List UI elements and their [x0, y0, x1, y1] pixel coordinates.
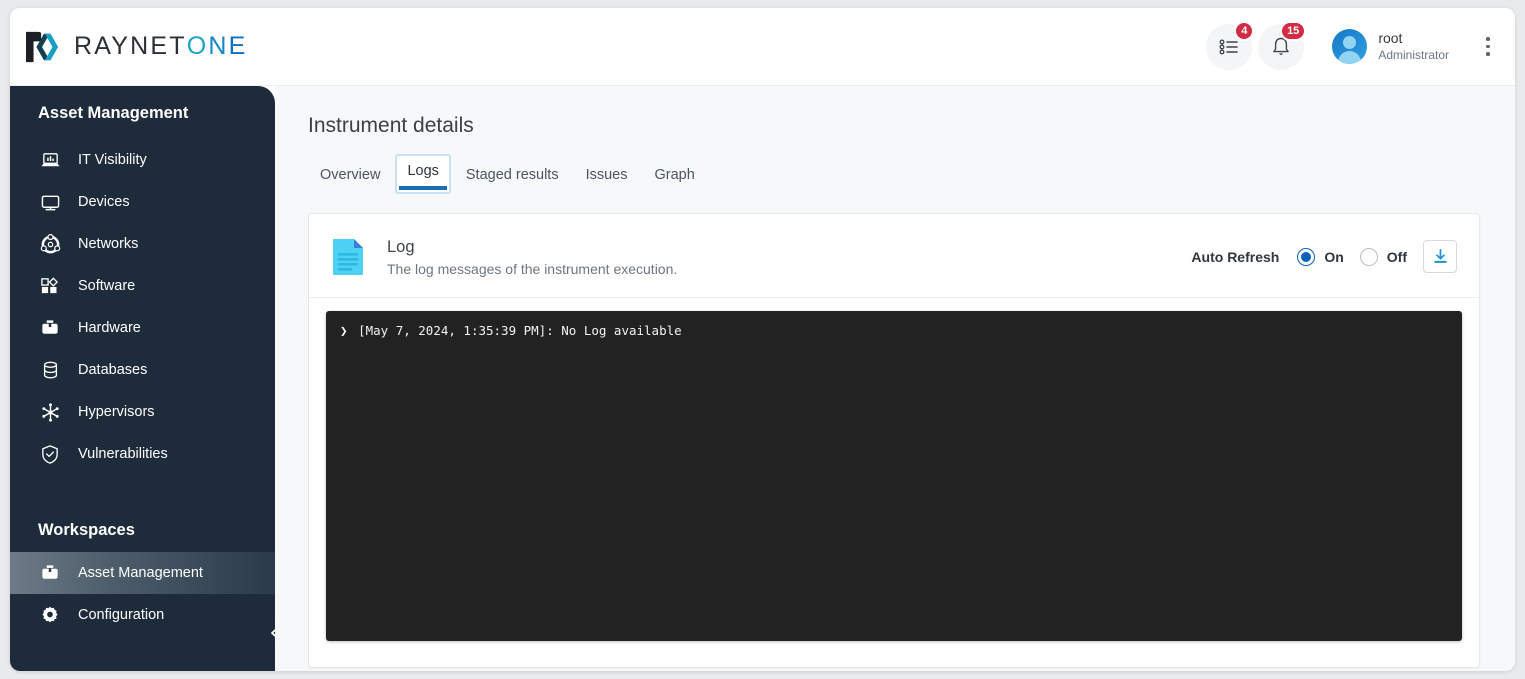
radio-off-indicator [1359, 247, 1378, 266]
main-content: Instrument details Overview Logs Staged … [275, 86, 1515, 671]
sidebar-item-label: Databases [78, 362, 148, 378]
log-card-title: Log [387, 238, 415, 256]
auto-refresh-on-label: On [1324, 248, 1344, 265]
terminal-line: ❯ [May 7, 2024, 1:35:39 PM]: No Log avai… [340, 323, 1448, 338]
app-window: RAYNET O N E 4 15 root Administrator Ass… [10, 8, 1515, 671]
brand-name-e: E [228, 32, 248, 60]
sidebar-item-vulnerabilities[interactable]: Vulnerabilities [10, 433, 275, 475]
tab-bar: Overview Logs Staged results Issues Grap… [308, 154, 1480, 194]
user-role: Administrator [1378, 47, 1449, 62]
tasks-button[interactable]: 4 [1206, 20, 1255, 70]
log-card-subtitle: The log messages of the instrument execu… [387, 261, 678, 278]
toolbox-icon [38, 317, 62, 339]
sidebar-item-hypervisors[interactable]: Hypervisors [10, 391, 275, 433]
log-card: Log The log messages of the instrument e… [308, 213, 1480, 668]
brand-name-o: O [186, 32, 209, 60]
download-icon [1433, 249, 1447, 263]
top-bar-actions: 4 15 root Administrator [1206, 20, 1499, 70]
monitor-icon [38, 191, 62, 213]
radio-on-indicator [1297, 247, 1316, 266]
terminal-line-text: [May 7, 2024, 1:35:39 PM]: No Log availa… [358, 323, 682, 339]
sidebar-item-devices[interactable]: Devices [10, 181, 275, 223]
sidebar-item-networks[interactable]: Networks [10, 223, 275, 265]
auto-refresh-on-option[interactable]: On [1297, 247, 1344, 266]
sidebar-item-label: Devices [78, 194, 130, 210]
sidebar-workspace-label: Asset Management [78, 565, 203, 581]
sidebar-workspace-label: Configuration [78, 607, 165, 623]
sidebar-workspaces-title: Workspaces [38, 521, 135, 539]
sidebar-item-label: Networks [78, 236, 139, 252]
tab-graph[interactable]: Graph [643, 158, 707, 194]
sidebar-item-software[interactable]: Software [10, 265, 275, 307]
sidebar-item-label: Hardware [78, 320, 141, 336]
user-name: root [1378, 30, 1403, 47]
log-terminal[interactable]: ❯ [May 7, 2024, 1:35:39 PM]: No Log avai… [326, 311, 1462, 642]
top-bar: RAYNET O N E 4 15 root Administrator [10, 8, 1515, 86]
log-document-icon [333, 238, 363, 275]
brand-logo[interactable]: RAYNET O N E [24, 30, 248, 64]
terminal-prompt: ❯ [340, 323, 348, 339]
kebab-menu-icon[interactable] [1477, 32, 1499, 62]
auto-refresh-label: Auto Refresh [1191, 248, 1280, 265]
download-log-button[interactable] [1423, 240, 1457, 274]
tab-logs[interactable]: Logs [395, 154, 451, 194]
briefcase-icon [38, 562, 62, 584]
network-nodes-icon [38, 233, 62, 255]
gear-icon [38, 604, 62, 626]
sidebar-item-label: Vulnerabilities [78, 446, 168, 462]
hypervisor-star-icon [38, 401, 62, 423]
shield-check-icon [38, 443, 62, 465]
tab-overview[interactable]: Overview [308, 158, 392, 194]
database-icon [38, 359, 62, 381]
sidebar-item-it-visibility[interactable]: IT Visibility [10, 139, 275, 181]
software-blocks-icon [38, 275, 62, 297]
notifications-button[interactable]: 15 [1258, 20, 1307, 70]
user-avatar-icon [1332, 29, 1368, 64]
sidebar-item-label: Hypervisors [78, 404, 155, 420]
sidebar-section-title: Asset Management [38, 104, 189, 122]
sidebar-item-label: Software [78, 278, 136, 294]
notifications-badge: 15 [1280, 20, 1307, 41]
sidebar-item-label: IT Visibility [78, 152, 147, 168]
laptop-chart-icon [38, 149, 62, 171]
raynet-logo-icon [26, 31, 59, 62]
auto-refresh-off-label: Off [1386, 248, 1407, 265]
auto-refresh-off-option[interactable]: Off [1359, 247, 1407, 266]
sidebar: Asset Management IT Visibility Devices N… [10, 86, 289, 671]
user-menu[interactable]: root Administrator [1332, 29, 1449, 64]
auto-refresh-control: Auto Refresh On Off [1191, 240, 1457, 274]
brand-name-n: N [208, 32, 229, 60]
tab-issues[interactable]: Issues [574, 158, 640, 194]
sidebar-workspace-asset-management[interactable]: Asset Management [10, 552, 275, 594]
page-title: Instrument details [308, 114, 474, 137]
tasks-badge: 4 [1234, 20, 1255, 41]
sidebar-item-hardware[interactable]: Hardware [10, 307, 275, 349]
brand-name-primary: RAYNET [74, 32, 187, 60]
sidebar-workspace-configuration[interactable]: Configuration [10, 594, 275, 636]
tab-staged-results[interactable]: Staged results [454, 158, 571, 194]
sidebar-item-databases[interactable]: Databases [10, 349, 275, 391]
log-card-header: Log The log messages of the instrument e… [309, 214, 1479, 299]
